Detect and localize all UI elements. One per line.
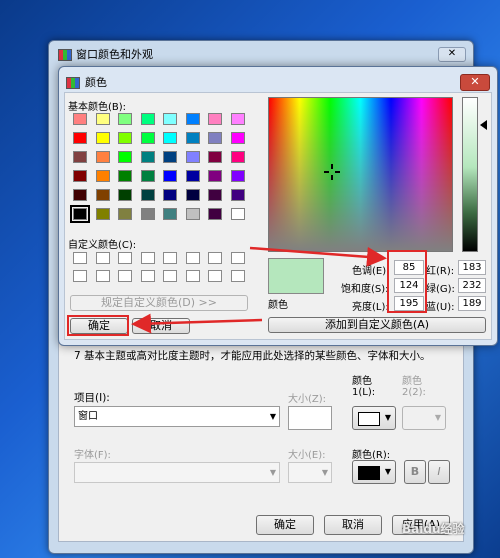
watermark: Baidu经验 [402, 522, 465, 536]
arrow-to-hsl [249, 246, 387, 267]
annotation-arrows [131, 246, 387, 334]
arrow-to-ok [131, 313, 263, 334]
